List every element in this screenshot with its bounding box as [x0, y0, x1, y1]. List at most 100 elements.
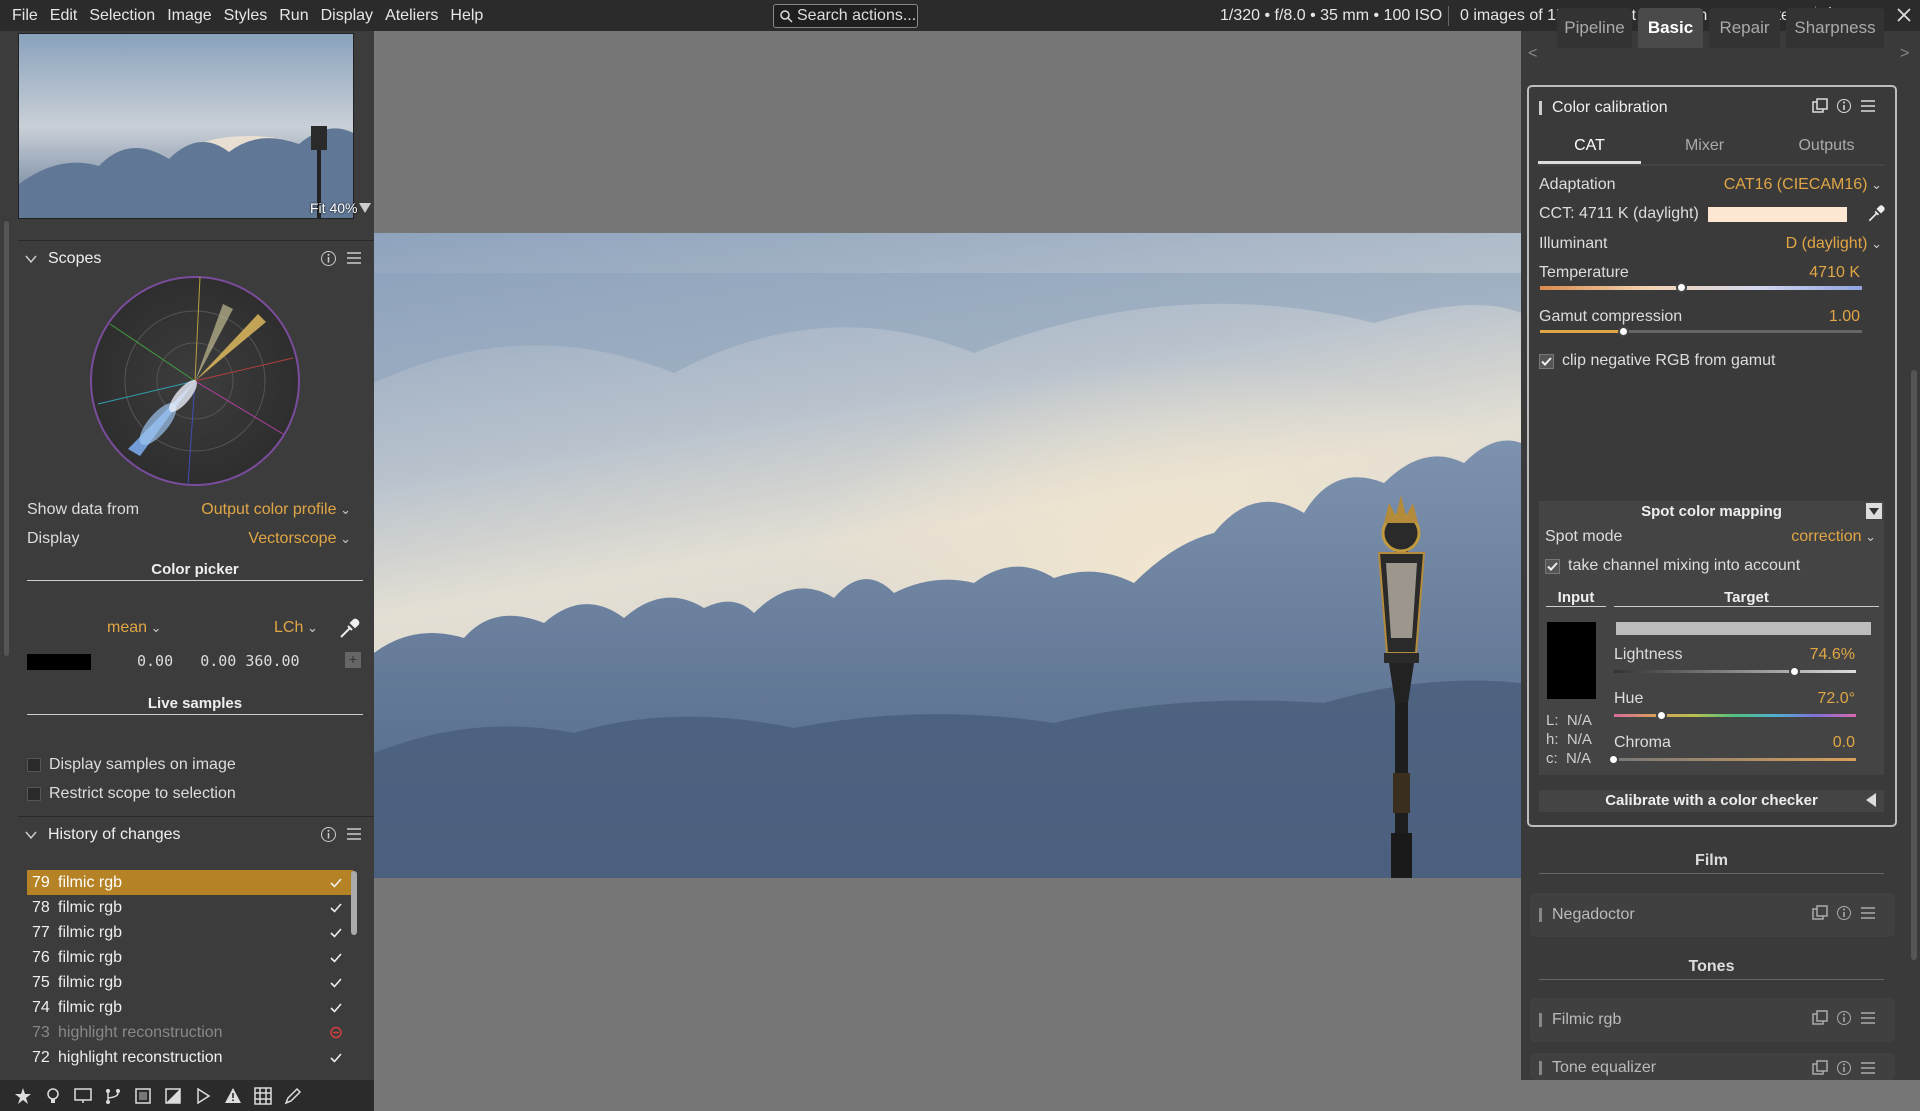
lightness-slider[interactable]: Lightness 74.6%	[1614, 646, 1857, 670]
tab-next-icon[interactable]: >	[1900, 45, 1909, 63]
module-enable-indicator[interactable]	[1539, 101, 1542, 115]
illuminant-row[interactable]: Illuminant D (daylight)	[1539, 235, 1884, 259]
restrict-scope-checkbox[interactable]	[27, 787, 41, 801]
tool-grid[interactable]	[248, 1080, 278, 1111]
presets-icon[interactable]	[1812, 905, 1828, 921]
tool-frame[interactable]	[128, 1080, 158, 1111]
pipette-icon[interactable]	[337, 617, 361, 641]
tool-draw[interactable]	[278, 1080, 308, 1111]
tool-display[interactable]	[68, 1080, 98, 1111]
check-icon[interactable]	[329, 970, 343, 995]
zoom-dropdown-arrow-icon[interactable]	[359, 203, 371, 213]
tab-cat[interactable]: CAT	[1538, 132, 1641, 164]
display-dropdown[interactable]: Vectorscope	[248, 530, 351, 548]
history-item[interactable]: 73 highlight reconstruction	[27, 1020, 353, 1045]
history-item[interactable]: 72 highlight reconstruction	[27, 1045, 353, 1070]
hue-track[interactable]	[1614, 714, 1856, 717]
disabled-icon[interactable]	[329, 1020, 343, 1045]
check-icon[interactable]	[329, 995, 343, 1020]
spot-mode-dropdown[interactable]: correction	[1791, 528, 1876, 546]
restrict-scope-checkbox-row[interactable]: Restrict scope to selection	[27, 783, 236, 805]
show-data-from-dropdown[interactable]: Output color profile	[201, 501, 351, 519]
check-icon[interactable]	[329, 870, 343, 895]
history-item[interactable]: 77 filmic rgb	[27, 920, 353, 945]
history-header[interactable]: History of changes	[18, 816, 374, 852]
search-actions-input[interactable]: Search actions...	[773, 4, 918, 28]
tool-quick-access[interactable]	[8, 1080, 38, 1111]
menu-styles[interactable]: Styles	[218, 0, 274, 31]
history-item[interactable]: 78 filmic rgb	[27, 895, 353, 920]
tab-prev-icon[interactable]: <	[1528, 45, 1537, 63]
module-enable-indicator[interactable]	[1539, 908, 1542, 922]
menu-icon[interactable]	[1860, 1060, 1876, 1076]
navigator-thumbnail[interactable]	[18, 33, 354, 219]
history-scrollbar[interactable]	[351, 871, 357, 935]
take-channel-row[interactable]: take channel mixing into account	[1545, 555, 1800, 577]
temperature-track[interactable]	[1540, 286, 1862, 290]
menu-selection[interactable]: Selection	[83, 0, 161, 31]
tool-bulb[interactable]	[38, 1080, 68, 1111]
adaptation-row[interactable]: Adaptation CAT16 (CIECAM16)	[1539, 176, 1884, 200]
module-enable-indicator[interactable]	[1539, 1061, 1542, 1075]
tool-warning[interactable]	[218, 1080, 248, 1111]
picker-statistic-dropdown[interactable]: mean	[107, 619, 162, 637]
history-item[interactable]: 76 filmic rgb	[27, 945, 353, 970]
menu-display[interactable]: Display	[315, 0, 379, 31]
chroma-track[interactable]	[1614, 758, 1856, 761]
presets-icon[interactable]	[1812, 98, 1828, 114]
pipette-icon[interactable]	[1866, 204, 1886, 224]
tool-contrast[interactable]	[158, 1080, 188, 1111]
illuminant-dropdown[interactable]: D (daylight)	[1786, 235, 1882, 253]
close-icon[interactable]	[1894, 5, 1914, 25]
tab-outputs[interactable]: Outputs	[1768, 132, 1885, 164]
menu-icon[interactable]	[1860, 98, 1876, 114]
tab-pipeline[interactable]: Pipeline	[1557, 8, 1632, 48]
negadoctor-header[interactable]: Negadoctor	[1539, 896, 1884, 934]
tab-basic[interactable]: Basic	[1638, 8, 1703, 48]
menu-edit[interactable]: Edit	[44, 0, 84, 31]
add-sample-button[interactable]: +	[345, 652, 361, 668]
tool-branch[interactable]	[98, 1080, 128, 1111]
picker-colorspace-dropdown[interactable]: LCh	[274, 619, 318, 637]
tab-mixer[interactable]: Mixer	[1653, 132, 1756, 164]
chroma-knob[interactable]	[1608, 754, 1619, 765]
info-icon[interactable]	[320, 250, 337, 267]
clip-negative-row[interactable]: clip negative RGB from gamut	[1539, 350, 1775, 372]
menu-ateliers[interactable]: Ateliers	[379, 0, 444, 31]
check-icon[interactable]	[329, 895, 343, 920]
color-calibration-header[interactable]: Color calibration	[1539, 89, 1884, 127]
show-data-from-row[interactable]: Show data from Output color profile	[27, 501, 357, 525]
spot-mode-row[interactable]: Spot mode correction	[1545, 528, 1878, 552]
menu-icon[interactable]	[346, 827, 362, 841]
temperature-knob[interactable]	[1675, 282, 1687, 293]
menu-icon[interactable]	[1860, 1010, 1876, 1026]
menu-file[interactable]: File	[6, 0, 44, 31]
tab-sharpness[interactable]: Sharpness	[1786, 8, 1884, 48]
history-item[interactable]: 74 filmic rgb	[27, 995, 353, 1020]
presets-icon[interactable]	[1812, 1060, 1828, 1076]
main-image[interactable]	[374, 233, 1521, 878]
menu-run[interactable]: Run	[273, 0, 314, 31]
menu-icon[interactable]	[346, 251, 362, 265]
menu-icon[interactable]	[1860, 905, 1876, 921]
left-scrollbar[interactable]	[4, 221, 9, 656]
history-item[interactable]: 75 filmic rgb	[27, 970, 353, 995]
info-icon[interactable]	[1836, 98, 1852, 114]
adaptation-dropdown[interactable]: CAT16 (CIECAM16)	[1724, 176, 1882, 194]
info-icon[interactable]	[1836, 1060, 1852, 1076]
zoom-label[interactable]: Fit 40%	[310, 200, 357, 216]
menu-image[interactable]: Image	[161, 0, 217, 31]
module-enable-indicator[interactable]	[1539, 1013, 1542, 1027]
history-item[interactable]: 79 filmic rgb	[27, 870, 353, 895]
checkbox-checked-icon[interactable]	[1545, 558, 1560, 574]
spot-color-mapping-header[interactable]: Spot color mapping	[1539, 501, 1884, 523]
temperature-slider[interactable]: Temperature 4710 K	[1539, 264, 1862, 288]
info-icon[interactable]	[1836, 1010, 1852, 1026]
lightness-track[interactable]	[1614, 670, 1856, 673]
vectorscope[interactable]	[88, 274, 302, 488]
calibrate-color-checker-header[interactable]: Calibrate with a color checker	[1539, 790, 1884, 812]
check-icon[interactable]	[329, 1045, 343, 1070]
gamut-knob[interactable]	[1617, 326, 1629, 337]
checkbox-checked-icon[interactable]	[1539, 353, 1554, 369]
display-row[interactable]: Display Vectorscope	[27, 530, 357, 554]
